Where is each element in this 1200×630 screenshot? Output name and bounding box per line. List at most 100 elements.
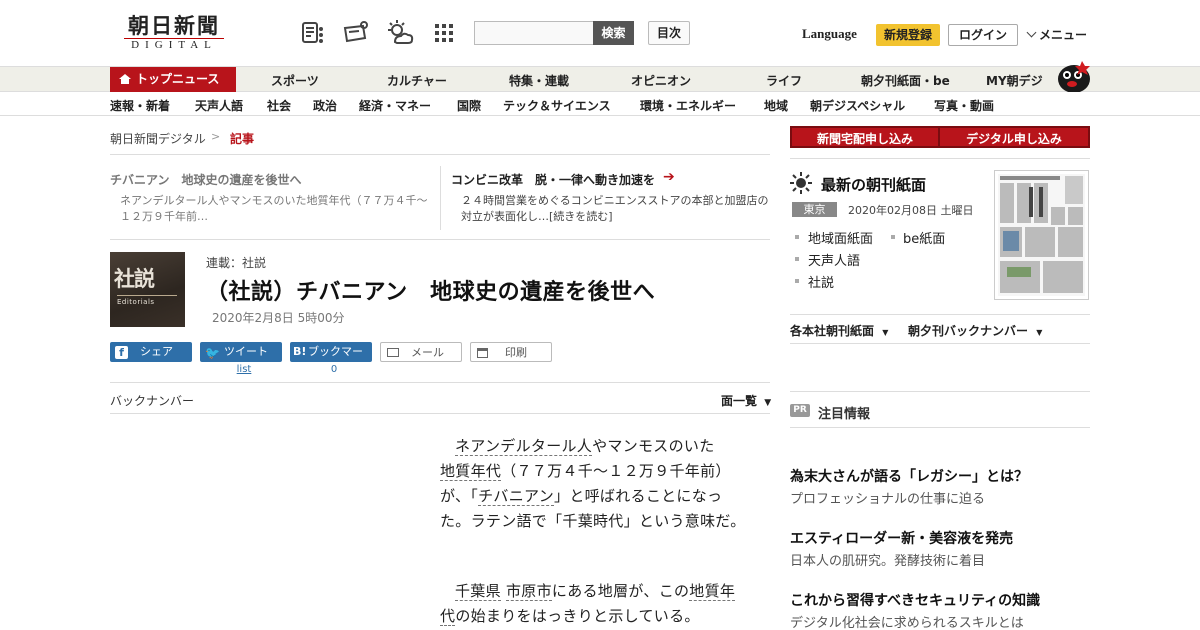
pr-item-3-title[interactable]: これから習得すべきセキュリティの知識 (790, 590, 1040, 610)
subscribe-home-delivery-button[interactable]: 新聞宅配申し込み (790, 126, 940, 148)
sun-icon (790, 172, 812, 197)
series-label[interactable]: 連載：社説 (206, 254, 266, 271)
nav2-breaking[interactable]: 速報・新着 (110, 97, 170, 114)
divider (110, 154, 770, 155)
paper-date: 2020年02月08日 土曜日 (848, 204, 974, 217)
regional-editions-label: 各本社朝刊紙面 (790, 324, 875, 338)
arrow-right-icon[interactable]: ➔ (663, 169, 675, 185)
term-link-geologic-age[interactable]: 地質年代 (440, 462, 502, 481)
search-button[interactable]: 検索 (593, 21, 634, 45)
nav2-society[interactable]: 社会 (267, 97, 291, 114)
paper-link-editorial[interactable]: 社説 (808, 272, 834, 291)
thumbnail-en: Editorials (117, 295, 177, 306)
nav-top-news-label: トップニュース (136, 72, 220, 86)
related-article-1-title[interactable]: チバニアン 地球史の遺産を後世へ (110, 171, 302, 188)
signup-button[interactable]: 新規登録 (876, 24, 940, 46)
language-link[interactable]: Language (802, 26, 857, 42)
search-input[interactable] (474, 21, 594, 45)
newspaper-thumbnail[interactable] (994, 170, 1089, 300)
term-link-chiba[interactable]: 千葉県 (455, 582, 501, 601)
nav2-economy[interactable]: 経済・マネー (359, 97, 431, 114)
mail-share-button[interactable]: メール (380, 342, 462, 362)
logo-sub: DIGITAL (124, 38, 224, 52)
login-button[interactable]: ログイン (948, 24, 1018, 46)
pr-item-2-title[interactable]: エスティローダー新・美容液を発売 (790, 528, 1013, 548)
twitter-share-button[interactable]: 🐦 ツイート (200, 342, 282, 362)
nav-top-news[interactable]: トップニュース (110, 67, 236, 92)
nav2-tech-science[interactable]: テック＆サイエンス (503, 97, 611, 114)
nav2-tenseijingo[interactable]: 天声人語 (195, 97, 243, 114)
term-link-chibanian[interactable]: チバニアン (478, 487, 555, 506)
text: にある地層が、この (551, 582, 690, 600)
divider (110, 413, 770, 414)
logo-main: 朝日新聞 (128, 13, 220, 38)
backnumber-label[interactable]: バックナンバー (110, 392, 194, 409)
nav2-special[interactable]: 朝デジスペシャル (810, 97, 905, 114)
term-link-ichihara[interactable]: 市原市 (505, 582, 552, 601)
page-list-dropdown[interactable]: 面一覧 ▼ (721, 392, 771, 409)
paper-link-regional[interactable]: 地域面紙面 (808, 228, 873, 247)
hatena-label: ブックマーク (308, 345, 363, 378)
page-list-label: 面一覧 (721, 394, 758, 408)
menu-label: メニュー (1039, 28, 1088, 42)
breadcrumb-separator: > (211, 130, 221, 143)
related-article-1-summary: ネアンデルタール人やマンモスのいた地質年代（７７万４千～１２万９千年前… (120, 194, 428, 223)
pr-badge: PR (790, 404, 810, 417)
print-label: 印刷 (505, 346, 527, 359)
nav-opinion[interactable]: オピニオン (631, 72, 691, 89)
site-logo[interactable]: 朝日新聞 DIGITAL (118, 14, 230, 54)
bullet-icon (795, 257, 799, 261)
menu-button[interactable]: メニュー (1026, 26, 1088, 43)
apps-grid-icon[interactable] (432, 20, 458, 46)
nav-life[interactable]: ライフ (766, 72, 802, 89)
regional-editions-dropdown[interactable]: 各本社朝刊紙面 ▼ (790, 322, 888, 339)
text: やマンモスのいた (592, 437, 715, 455)
caret-down-icon: ▼ (1036, 328, 1043, 337)
toc-button[interactable]: 目次 (648, 21, 690, 45)
backnumber-dropdown[interactable]: 朝夕刊バックナンバー ▼ (908, 322, 1042, 339)
paper-link-tenseijingo[interactable]: 天声人語 (808, 250, 860, 269)
subscribe-digital-button[interactable]: デジタル申し込み (938, 126, 1090, 148)
facebook-icon: f (115, 346, 128, 359)
facebook-share-button[interactable]: f シェア (110, 342, 192, 362)
nav2-photo-video[interactable]: 写真・動画 (934, 97, 994, 114)
news-list-icon[interactable] (301, 20, 327, 46)
nav2-international[interactable]: 国際 (457, 97, 481, 114)
divider (110, 382, 770, 383)
nav-culture[interactable]: カルチャー (387, 72, 447, 89)
latest-paper-title[interactable]: 最新の朝刊紙面 (821, 174, 926, 195)
hatena-count[interactable]: 0 (290, 364, 378, 375)
nav2-regional[interactable]: 地域 (764, 97, 788, 114)
mascot-icon[interactable] (1054, 57, 1092, 93)
publish-date: 2020年2月8日 5時00分 (212, 311, 345, 325)
twitter-list-link[interactable]: list (200, 364, 288, 375)
backnumber-dropdown-label: 朝夕刊バックナンバー (908, 324, 1029, 338)
breadcrumb-home[interactable]: 朝日新聞デジタル (110, 130, 206, 147)
nav-print-edition[interactable]: 朝夕刊紙面・be (861, 72, 950, 89)
divider (790, 343, 1090, 344)
divider (110, 239, 770, 240)
nav2-environment[interactable]: 環境・エネルギー (640, 97, 736, 114)
print-button[interactable]: 印刷 (470, 342, 552, 362)
hatena-bookmark-button[interactable]: B! ブックマーク (290, 342, 372, 378)
related-divider (440, 166, 441, 230)
nav-sports[interactable]: スポーツ (271, 72, 319, 89)
nav-features[interactable]: 特集・連載 (509, 72, 569, 89)
article-paragraph-1: ネアンデルタール人やマンモスのいた 地質年代（７７万４千～１２万９千年前）が、「チ… (440, 434, 750, 534)
chevron-down-icon (1026, 27, 1037, 38)
bullet-icon (795, 235, 799, 239)
term-link-neanderthal[interactable]: ネアンデルタール人 (455, 437, 593, 456)
edition-badge: 東京 (792, 202, 837, 217)
twitter-share-label: ツイート (224, 345, 268, 358)
editorials-thumbnail[interactable]: 社説 Editorials (110, 252, 185, 327)
nav2-politics[interactable]: 政治 (313, 97, 337, 114)
related-article-2-title[interactable]: コンビニ改革 脱・一律へ動き加速を (451, 171, 655, 188)
nav-my-asadigi[interactable]: MY朝デジ (986, 72, 1043, 89)
ticket-icon[interactable] (343, 20, 369, 46)
pr-section-title: 注目情報 (818, 407, 871, 422)
weather-icon[interactable] (386, 20, 414, 46)
divider (790, 427, 1090, 428)
paper-link-be[interactable]: be紙面 (903, 228, 945, 247)
pr-item-1-title[interactable]: 為末大さんが語る「レガシー」とは？ (790, 466, 1028, 486)
article-paragraph-2: 千葉県 市原市にある地層が、この地質年代の始まりをはっきりと示している。 (440, 579, 750, 629)
